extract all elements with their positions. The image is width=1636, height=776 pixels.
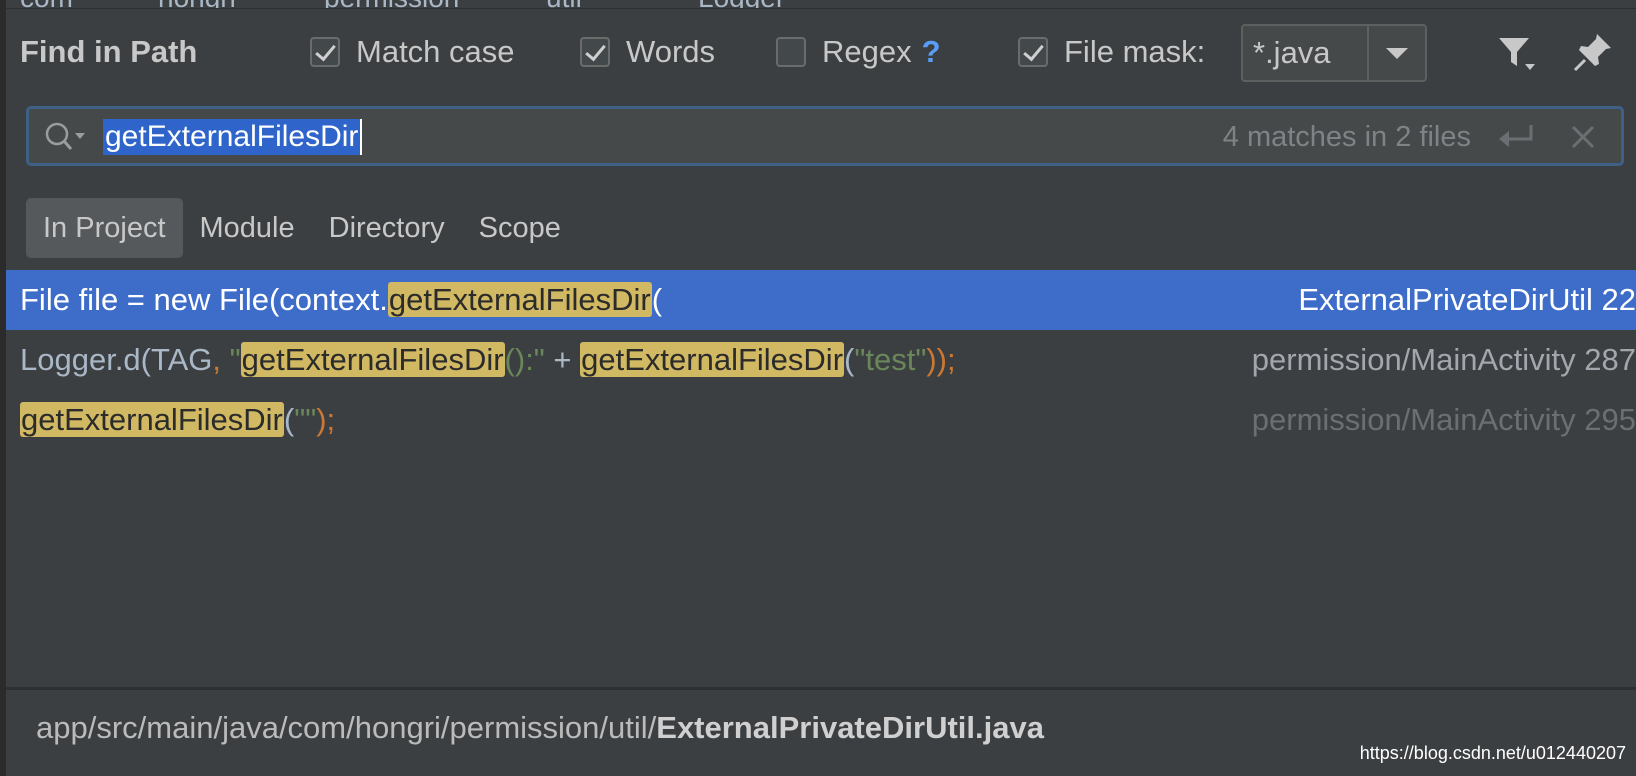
words-label: Words [626,34,716,69]
match-case-option[interactable]: Match case [310,30,515,74]
chevron-down-icon[interactable] [1369,26,1425,80]
regex-help-icon[interactable]: ? [922,34,941,70]
match-case-checkbox[interactable] [310,37,340,67]
search-input[interactable]: getExternalFilesDir [103,119,363,155]
results-list: File file = new File(context.getExternal… [6,270,1636,450]
watermark: https://blog.csdn.net/u012440207 [1359,743,1626,763]
match-count: 4 matches in 2 files [1222,121,1471,153]
result-row[interactable]: getExternalFilesDir(""); permission/Main… [6,390,1636,450]
file-mask-combobox[interactable]: *.java [1241,24,1427,82]
tab-module[interactable]: Module [183,198,312,258]
file-mask-value[interactable]: *.java [1243,26,1369,80]
result-code: File file = new File(context.getExternal… [20,282,663,317]
regex-checkbox[interactable] [776,37,806,67]
tab-scope[interactable]: Scope [462,198,578,258]
breadcrumb: com hongri permission util Logger [6,0,1636,9]
file-mask-checkbox[interactable] [1018,37,1048,67]
breadcrumb-item[interactable]: util [546,0,582,8]
search-field[interactable]: getExternalFilesDir 4 matches in 2 files [26,106,1624,166]
result-file: permission/MainActivity 295 [1251,402,1636,437]
breadcrumb-item[interactable]: hongri [158,0,236,8]
scope-tabs: In Project Module Directory Scope [26,198,578,258]
result-code: getExternalFilesDir(""); [20,402,336,437]
regex-option[interactable]: Regex ? [776,30,941,74]
tab-directory[interactable]: Directory [312,198,462,258]
match-case-label: Match case [356,34,515,69]
breadcrumb-item[interactable]: permission [324,0,459,8]
breadcrumb-item[interactable]: com [20,0,73,8]
enter-icon[interactable] [1497,123,1537,153]
tab-in-project[interactable]: In Project [26,198,183,258]
close-icon[interactable] [1567,121,1599,153]
result-file: ExternalPrivateDirUtil 22 [1298,282,1636,317]
regex-label: Regex [822,34,912,69]
result-code: Logger.d(TAG, "getExternalFilesDir():" +… [20,342,956,377]
words-checkbox[interactable] [580,37,610,67]
filter-icon[interactable] [1497,34,1537,74]
search-icon[interactable] [43,119,91,155]
pin-icon[interactable] [1573,32,1613,72]
dialog-title: Find in Path [20,34,198,69]
result-row[interactable]: Logger.d(TAG, "getExternalFilesDir():" +… [6,330,1636,390]
breadcrumb-item[interactable]: Logger [698,0,785,8]
file-path: app/src/main/java/com/hongri/permission/… [36,710,1044,745]
file-path-bar: app/src/main/java/com/hongri/permission/… [6,690,1636,776]
result-row[interactable]: File file = new File(context.getExternal… [6,270,1636,330]
file-mask-option[interactable]: File mask: [1018,30,1205,74]
words-option[interactable]: Words [580,30,715,74]
file-mask-label: File mask: [1064,34,1206,69]
result-file: permission/MainActivity 287 [1251,342,1636,377]
